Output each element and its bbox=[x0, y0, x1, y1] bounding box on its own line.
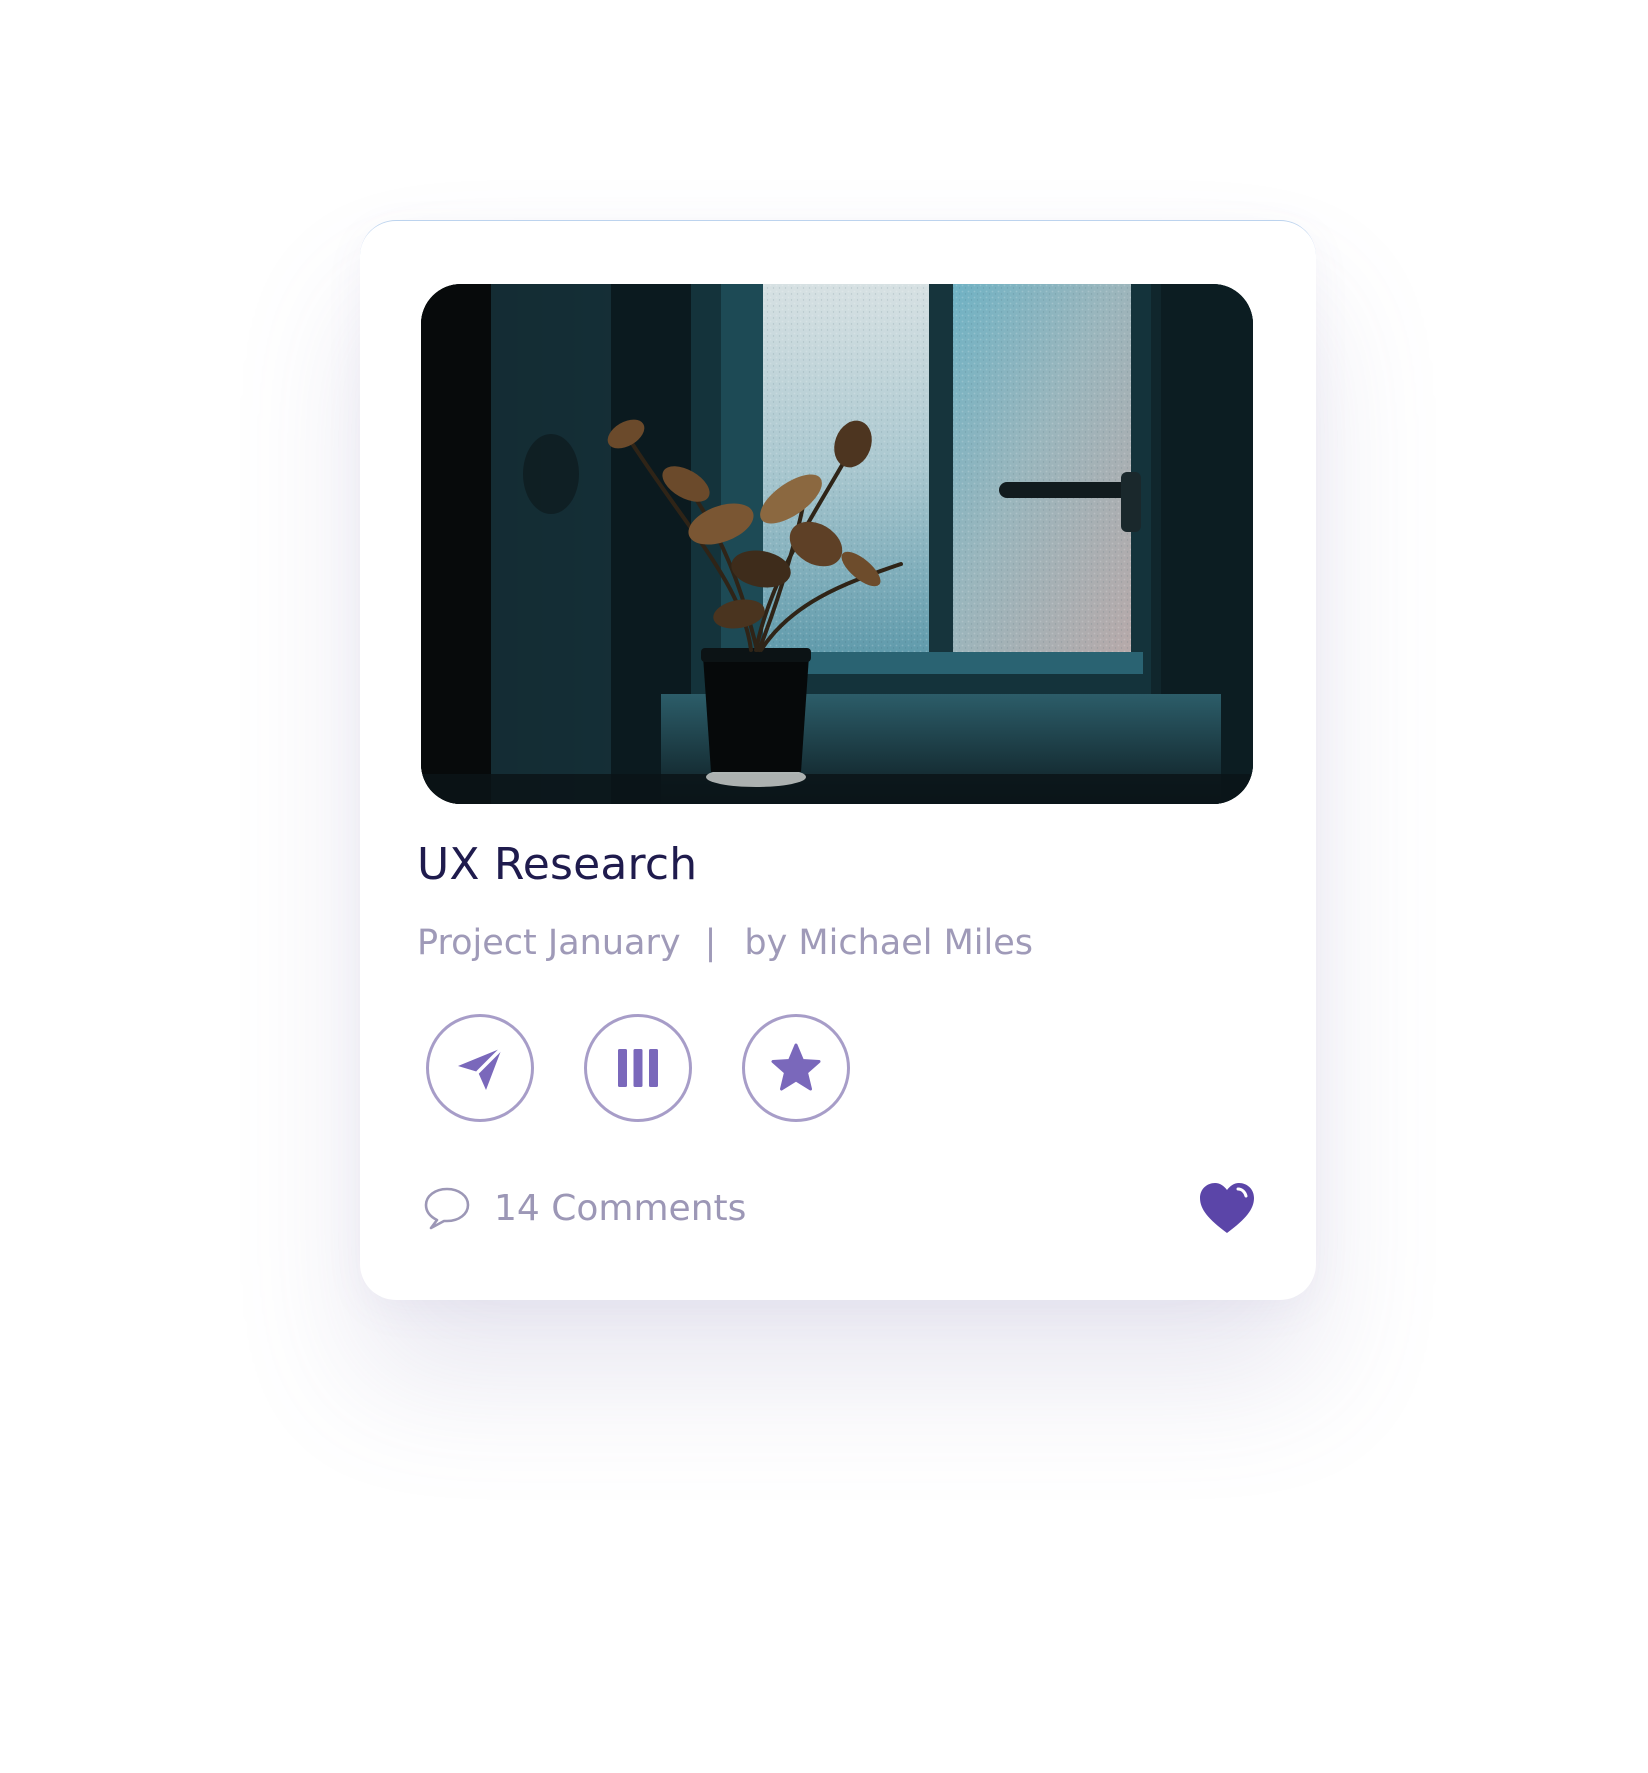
card-footer: 14 Comments bbox=[422, 1178, 1256, 1238]
send-button[interactable] bbox=[426, 1014, 534, 1122]
project-card: UX Research Project January | by Michael M… bbox=[360, 220, 1316, 1300]
card-title: UX Research bbox=[417, 839, 698, 890]
like-button[interactable] bbox=[1198, 1181, 1256, 1235]
meta-separator: | bbox=[704, 923, 717, 963]
heart-icon bbox=[1200, 1183, 1254, 1233]
project-name: Project January bbox=[417, 923, 681, 963]
action-buttons bbox=[426, 1014, 850, 1122]
comment-icon bbox=[424, 1187, 470, 1230]
card-image bbox=[421, 284, 1253, 804]
card-meta: Project January | by Michael Miles bbox=[417, 923, 1033, 963]
columns-button[interactable] bbox=[584, 1014, 692, 1122]
comments-count: 14 Comments bbox=[494, 1187, 747, 1229]
author-name[interactable]: by Michael Miles bbox=[744, 923, 1033, 963]
star-icon bbox=[771, 1043, 821, 1091]
comments-link[interactable]: 14 Comments bbox=[422, 1185, 746, 1231]
columns-icon bbox=[618, 1049, 658, 1087]
plant-window-illustration bbox=[421, 284, 1253, 804]
star-button[interactable] bbox=[742, 1014, 850, 1122]
send-icon bbox=[458, 1046, 504, 1090]
page-background: UX Research Project January | by Michael M… bbox=[0, 0, 1648, 1773]
